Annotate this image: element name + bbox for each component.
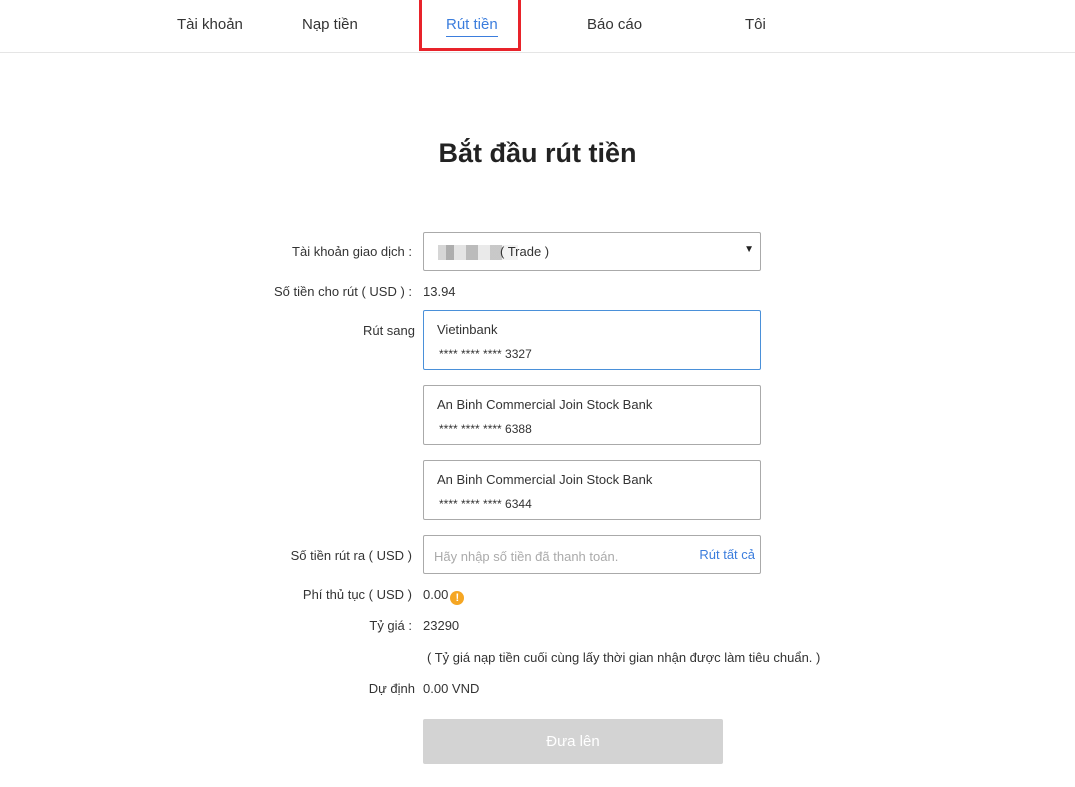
withdraw-to-label: Rút sang <box>362 323 415 338</box>
account-select[interactable]: ( Trade ) ▼ <box>423 232 761 271</box>
nav-item-withdraw-label: Rút tiền <box>446 16 498 33</box>
amount-label: Số tiền rút ra ( USD ) <box>290 548 412 563</box>
nav-item-deposit[interactable]: Nạp tiền <box>302 16 358 33</box>
active-tab-underline <box>446 36 498 37</box>
nav-item-report[interactable]: Báo cáo <box>587 16 642 33</box>
bank-name: An Binh Commercial Join Stock Bank <box>437 472 653 487</box>
page-title: Bắt đầu rút tiền <box>438 138 637 168</box>
warning-info-icon[interactable]: ! <box>450 591 465 605</box>
bank-number: **** **** **** 3327 <box>439 347 532 361</box>
rate-value: 23290 <box>423 618 460 633</box>
fee-value: 0.00 <box>423 587 449 602</box>
caret-down-icon: ▼ <box>744 244 754 255</box>
rate-label: Tỷ giá : <box>369 618 412 633</box>
estimate-label: Dự định <box>368 681 415 696</box>
bank-option-abbank-6388[interactable]: An Binh Commercial Join Stock Bank **** … <box>423 385 761 445</box>
fee-value-group: 0.00! <box>423 587 465 605</box>
available-label: Số tiền cho rút ( USD ) : <box>274 284 412 299</box>
nav-item-account[interactable]: Tài khoản <box>177 16 243 33</box>
top-nav: Tài khoản Nạp tiền Rút tiền Báo cáo Tôi <box>0 0 1075 53</box>
bank-name: An Binh Commercial Join Stock Bank <box>437 397 653 412</box>
bank-option-abbank-6344[interactable]: An Binh Commercial Join Stock Bank **** … <box>423 460 761 520</box>
account-label: Tài khoản giao dịch : <box>292 244 412 259</box>
nav-item-withdraw[interactable]: Rút tiền <box>446 16 498 37</box>
amount-field: Rút tất cả <box>423 535 761 574</box>
bank-option-vietinbank[interactable]: Vietinbank **** **** **** 3327 <box>423 310 761 370</box>
bank-number: **** **** **** 6344 <box>439 497 532 511</box>
bank-number: **** **** **** 6388 <box>439 422 532 436</box>
account-select-value: ( Trade ) <box>500 244 550 259</box>
available-value: 13.94 <box>423 284 456 299</box>
rate-note: ( Tỷ giá nạp tiền cuối cùng lấy thời gia… <box>427 650 821 665</box>
bank-name: Vietinbank <box>437 322 498 337</box>
nav-item-me[interactable]: Tôi <box>745 16 766 33</box>
estimate-value: 0.00 VND <box>423 681 480 696</box>
amount-input[interactable] <box>432 544 686 568</box>
submit-button[interactable]: Đưa lên <box>423 719 723 764</box>
withdraw-all-link[interactable]: Rút tất cả <box>699 547 755 562</box>
fee-label: Phí thủ tục ( USD ) <box>302 587 412 602</box>
